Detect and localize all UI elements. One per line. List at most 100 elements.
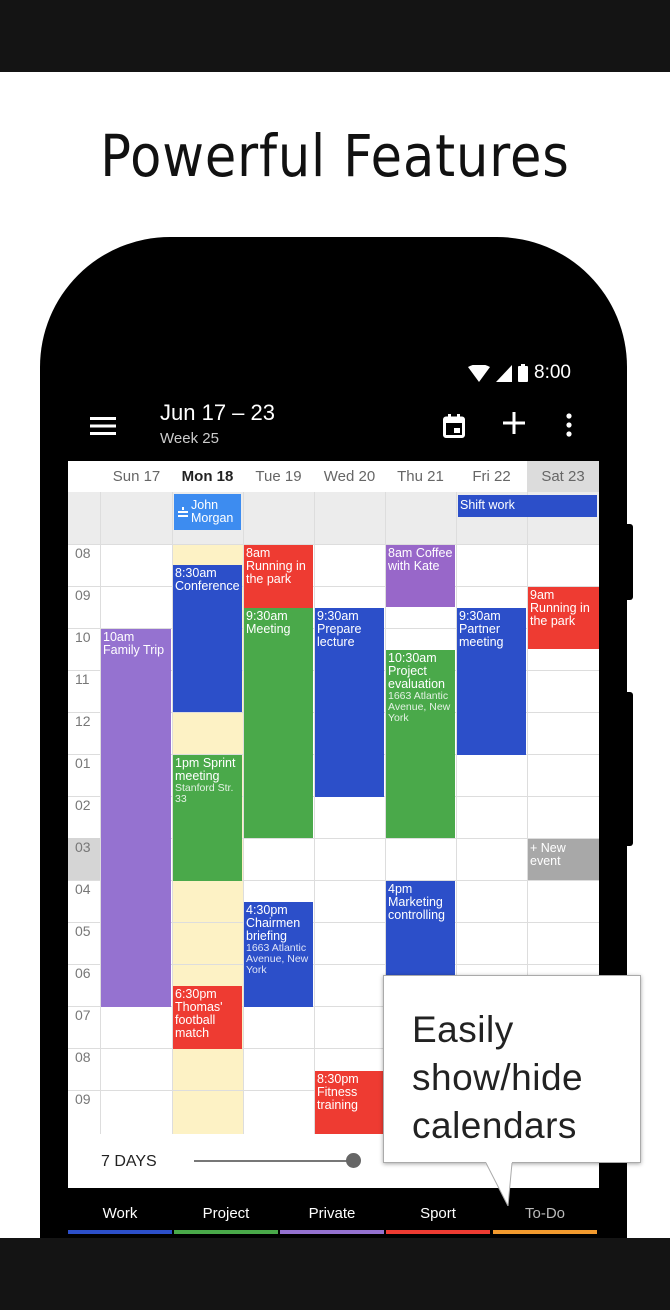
event-location: 1663 Atlantic Avenue, New York [246,942,309,976]
calendar-color-bar [280,1230,384,1234]
hour-label: 07 [75,1007,91,1023]
status-bar: 8:00 [468,362,571,384]
event-prepare-lecture[interactable]: 9:30am Prepare lecture [315,608,384,797]
event-time: 1pm [175,756,200,770]
event-title: Marketing controlling [388,895,445,922]
date-range-title[interactable]: Jun 17 – 23 [160,400,275,426]
add-icon[interactable] [502,411,526,435]
calendar-bar: Work Project Private Sport To-Do [68,1188,599,1238]
event-title: Prepare lecture [317,622,362,649]
slider-handle[interactable] [346,1153,361,1168]
calendar-color-bar [386,1230,490,1234]
today-calendar-icon[interactable] [443,414,465,438]
event-title: Shift work [460,498,515,512]
event-sprint-meeting[interactable]: 1pm Sprint meeting Stanford Str. 33 [173,755,242,881]
event-coffee[interactable]: 8am Coffee with Kate [386,545,455,607]
bottom-banner [0,1238,670,1310]
hour-label: 09 [75,1091,91,1107]
calendar-toggle-private[interactable]: Private [280,1188,384,1238]
menu-icon[interactable] [90,417,116,435]
calendar-toggle-sport[interactable]: Sport [386,1188,490,1238]
hour-label: 08 [75,1049,91,1065]
hour-label: 03 [75,839,91,855]
battery-icon [518,364,528,382]
wifi-icon [468,364,490,382]
event-time: 10am [103,630,135,644]
hour-label: 08 [75,545,91,561]
callout-line: show/hide [412,1057,584,1098]
all-day-event[interactable]: Shift work [458,495,597,517]
hour-label: 09 [75,587,91,603]
event-title: Partner meeting [459,622,504,649]
event-title: Conference [175,579,240,593]
days-count-label: 7 DAYS [101,1153,157,1170]
event-title: Fitness training [317,1085,358,1112]
event-meeting[interactable]: 9:30am Meeting [244,608,313,838]
hour-label: 02 [75,797,91,813]
day-header[interactable]: Tue 19 [243,461,314,492]
hour-label: 06 [75,965,91,981]
calendar-label: Work [102,1205,138,1222]
event-fitness-training[interactable]: 8:30pm Fitness training [315,1071,384,1134]
event-title: Thomas' football match [175,1000,223,1040]
more-options-icon[interactable] [566,413,572,437]
status-time: 8:00 [534,362,571,383]
event-conference[interactable]: 8:30am Conference [173,565,242,712]
day-header[interactable]: Sat 23 [527,461,599,492]
headline: Powerful Features [100,122,570,190]
slider-track[interactable] [194,1160,354,1162]
day-header[interactable]: Sun 17 [101,461,172,492]
day-header[interactable]: Wed 20 [314,461,385,492]
day-header-today[interactable]: Mon 18 [172,461,243,492]
callout-line: calendars [412,1105,577,1146]
calendar-label: Private [308,1205,356,1222]
event-title: John Morgan [191,498,234,525]
column-line [314,492,315,1134]
hour-label: 12 [75,713,91,729]
calendar-color-bar [174,1230,278,1234]
event-title: Project evaluation [388,664,445,691]
event-football-match[interactable]: 6:30pm Thomas' football match [173,986,242,1049]
callout-pointer [486,1162,513,1206]
callout-line: Easily [412,1009,514,1050]
event-location: 1663 Atlantic Avenue, New York [388,690,451,724]
event-running[interactable]: 8am Running in the park [244,545,313,608]
hour-label: 01 [75,755,91,771]
new-event-label: + New event [530,841,566,868]
hour-line [68,544,599,545]
event-title: Running in the park [246,559,306,586]
phone-volume-button [626,692,633,846]
event-project-evaluation[interactable]: 10:30am Project evaluation 1663 Atlantic… [386,650,455,838]
hour-label: 10 [75,629,91,645]
hour-line [68,586,599,587]
event-location: Stanford Str. 33 [175,782,234,805]
day-header[interactable]: Thu 21 [385,461,456,492]
event-title: Meeting [246,622,291,636]
week-label: Week 25 [160,430,219,447]
app-bar: Jun 17 – 23 Week 25 [68,395,599,459]
calendar-label: Sport [420,1205,456,1222]
hour-label: 04 [75,881,91,897]
calendar-label: Project [202,1205,250,1222]
event-family-trip[interactable]: 10am Family Trip [101,629,171,1007]
new-event-button[interactable]: + New event [528,839,599,880]
event-time: 8am [388,546,413,560]
day-header[interactable]: Fri 22 [456,461,527,492]
signal-icon [496,364,512,382]
calendar-toggle-work[interactable]: Work [68,1188,172,1238]
all-day-event[interactable]: John Morgan [174,494,241,530]
event-title: Chairmen briefing [246,916,301,943]
event-partner-meeting[interactable]: 9:30am Partner meeting [457,608,526,755]
top-banner [0,0,670,72]
calendar-color-bar [68,1230,172,1234]
hour-label: 05 [75,923,91,939]
event-title: Running in the park [530,601,590,628]
cake-icon [178,506,188,517]
hour-label: 11 [75,671,90,687]
calendar-color-bar [493,1230,597,1234]
event-running-sat[interactable]: 9am Running in the park [528,587,599,649]
event-title: Family Trip [103,643,165,657]
calendar-toggle-project[interactable]: Project [174,1188,278,1238]
event-chairmen-briefing[interactable]: 4:30pm Chairmen briefing 1663 Atlantic A… [244,902,313,1007]
feature-callout: Easily show/hide calendars [383,975,641,1163]
